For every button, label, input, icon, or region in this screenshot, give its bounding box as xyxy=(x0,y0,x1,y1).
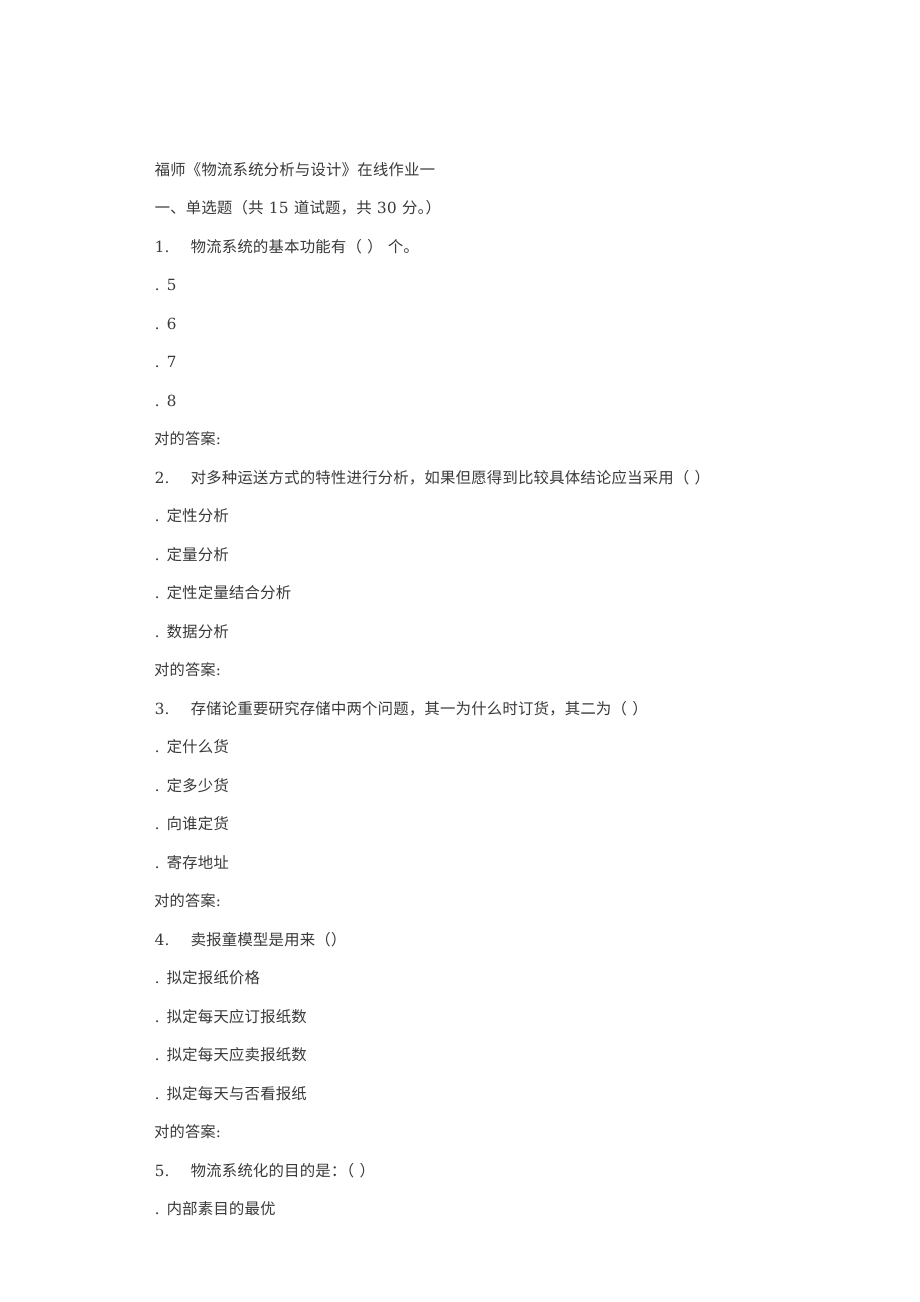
answer-line: 对的答案: xyxy=(124,382,860,448)
answer-label: 对的答案: xyxy=(154,892,222,910)
answer-label: 对的答案: xyxy=(154,1123,222,1141)
option-marker: . xyxy=(154,969,160,987)
option-text: 向谁定货 xyxy=(166,815,229,833)
option-text: 7 xyxy=(166,353,177,371)
question-stem: 5. 物流系统化的目的是：（ ） xyxy=(124,1113,860,1180)
option-marker: . xyxy=(154,776,160,795)
option-marker: . xyxy=(154,1046,160,1064)
answer-line: 对的答案: xyxy=(124,844,860,910)
question-stem: 2. 对多种运送方式的特性进行分析，如果但愿得到比较具体结论应当采用（ ） xyxy=(124,420,860,487)
question-text: 卖报童模型是用来（） xyxy=(190,930,347,949)
option-text: 定性定量结合分析 xyxy=(166,584,292,602)
option-text: 8 xyxy=(166,391,177,410)
question-option[interactable]: . 向谁定货 xyxy=(124,767,860,833)
option-text: 拟定每天与否看报纸 xyxy=(166,1084,307,1103)
option-marker: . xyxy=(154,815,160,833)
section-heading-text: 一、单选题（共 15 道试题，共 30 分。） xyxy=(154,199,442,217)
option-marker: . xyxy=(154,314,160,333)
question-option[interactable]: . 定量分析 xyxy=(124,497,860,564)
option-marker: . xyxy=(154,391,160,410)
option-text: 寄存地址 xyxy=(166,853,229,872)
option-marker: . xyxy=(154,622,160,641)
option-text: 拟定每天应订报纸数 xyxy=(166,1007,307,1026)
question-option[interactable]: . 寄存地址 xyxy=(124,805,860,872)
question-number: 5. xyxy=(154,1161,170,1180)
option-marker: . xyxy=(154,1200,160,1218)
option-text: 定什么货 xyxy=(166,738,229,756)
question-stem: 4. 卖报童模型是用来（） xyxy=(124,882,860,949)
option-text: 6 xyxy=(166,314,177,333)
option-text: 定性分析 xyxy=(166,507,229,525)
document-title: 福师《物流系统分析与设计》在线作业一 xyxy=(124,112,860,179)
option-marker: . xyxy=(154,853,160,872)
option-text: 5 xyxy=(166,276,177,294)
option-text: 内部素目的最优 xyxy=(166,1200,276,1218)
option-marker: . xyxy=(154,1084,160,1103)
question-text: 存储论重要研究存储中两个问题，其一为什么时订货，其二为（ ） xyxy=(190,699,648,718)
option-text: 定量分析 xyxy=(166,545,229,564)
option-text: 数据分析 xyxy=(166,622,229,641)
question-option[interactable]: .8 xyxy=(124,343,860,410)
question-text: 对多种运送方式的特性进行分析，如果但愿得到比较具体结论应当采用（ ） xyxy=(190,468,711,487)
option-marker: . xyxy=(154,545,160,564)
question-option[interactable]: . 定多少货 xyxy=(124,728,860,795)
document-page: 福师《物流系统分析与设计》在线作业一 一、单选题（共 15 道试题，共 30 分… xyxy=(0,0,920,1302)
option-marker: . xyxy=(154,353,160,371)
question-number: 2. xyxy=(154,468,170,487)
question-number: 3. xyxy=(154,699,170,718)
option-marker: . xyxy=(154,584,160,602)
question-number: 4. xyxy=(154,930,170,949)
document-body: 福师《物流系统分析与设计》在线作业一 一、单选题（共 15 道试题，共 30 分… xyxy=(124,112,860,1219)
question-option[interactable]: .6 xyxy=(124,266,860,333)
option-text: 定多少货 xyxy=(166,776,229,795)
option-marker: . xyxy=(154,738,160,756)
answer-label: 对的答案: xyxy=(154,661,222,679)
question-option[interactable]: . 定性定量结合分析 xyxy=(124,536,860,602)
answer-line: 对的答案: xyxy=(124,613,860,679)
document-title-text: 福师《物流系统分析与设计》在线作业一 xyxy=(154,160,436,179)
question-option[interactable]: .7 xyxy=(124,305,860,371)
option-marker: . xyxy=(154,276,160,294)
question-number: 1. xyxy=(154,237,170,256)
option-marker: . xyxy=(154,1007,160,1026)
option-text: 拟定每天应卖报纸数 xyxy=(166,1046,307,1064)
option-text: 拟定报纸价格 xyxy=(166,969,261,987)
answer-label: 对的答案: xyxy=(154,430,222,448)
question-text: 物流系统化的目的是：（ ） xyxy=(190,1161,376,1180)
question-stem: 3. 存储论重要研究存储中两个问题，其一为什么时订货，其二为（ ） xyxy=(124,651,860,718)
option-marker: . xyxy=(154,507,160,525)
question-text: 物流系统的基本功能有（ ） 个。 xyxy=(190,237,420,256)
